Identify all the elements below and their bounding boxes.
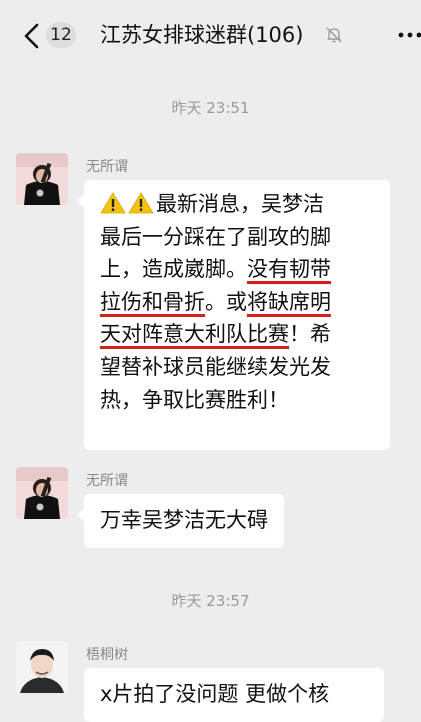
message-timestamp: 昨天 23:57 [171, 592, 250, 610]
message-text: 望替补球员能继续发光发 [100, 354, 331, 379]
message-text: 万幸吴梦洁无大碍 [100, 508, 268, 532]
message-text: x片拍了没问题 更做个核 [100, 682, 330, 706]
message-line: 望替补球员能继续发光发 [100, 351, 390, 384]
message-line: 热，争取比赛胜利！ [100, 384, 390, 417]
sender-name: 梧桐树 [86, 647, 128, 663]
warning-icon [128, 192, 154, 214]
message-timestamp: 昨天 23:51 [171, 99, 250, 117]
avatar[interactable] [16, 153, 68, 205]
message-bubble[interactable]: x片拍了没问题 更做个核 [84, 668, 384, 722]
back-arrow-icon[interactable] [22, 22, 42, 50]
underlined-text: 将缺席明 [247, 289, 331, 314]
message-line: 天对阵意大利队比赛！希 [100, 318, 390, 351]
sender-name: 无所谓 [86, 159, 128, 175]
message-bubble[interactable]: 最新消息，吴梦洁 最后一分踩在了副攻的脚 上，造成崴脚。没有韧带 拉伤和骨折。或… [77, 180, 390, 450]
message-text: 。或 [205, 289, 247, 314]
message-text: 热，争取比赛胜利！ [100, 387, 289, 412]
avatar[interactable] [16, 467, 68, 519]
message-line: 上，造成崴脚。没有韧带 [100, 253, 390, 286]
message-line: 最后一分踩在了副攻的脚 [100, 221, 390, 254]
unread-count-badge[interactable]: 12 [46, 22, 76, 48]
mute-bell-icon [326, 27, 342, 43]
avatar[interactable] [16, 641, 68, 693]
chat-header: 12 江苏女排球迷群(106) [0, 0, 421, 70]
message-line: 拉伤和骨折。或将缺席明 [100, 286, 390, 319]
message-bubble[interactable]: 万幸吴梦洁无大碍 [77, 494, 284, 548]
more-dots-icon[interactable] [392, 24, 421, 46]
underlined-text: 没有韧带 [247, 257, 331, 282]
group-title: 江苏女排球迷群(106) [100, 23, 304, 47]
message-line: 最新消息，吴梦洁 [100, 188, 390, 221]
underlined-text: 天对阵意大利队比赛 [100, 322, 289, 347]
message-text: 上，造成崴脚。 [100, 257, 247, 282]
warning-icon [100, 192, 126, 214]
sender-name: 无所谓 [86, 473, 128, 489]
message-text: ！希 [289, 322, 331, 347]
message-text: 最后一分踩在了副攻的脚 [100, 224, 331, 249]
message-text: 最新消息，吴梦洁 [156, 192, 324, 216]
underlined-text: 拉伤和骨折 [100, 289, 205, 314]
